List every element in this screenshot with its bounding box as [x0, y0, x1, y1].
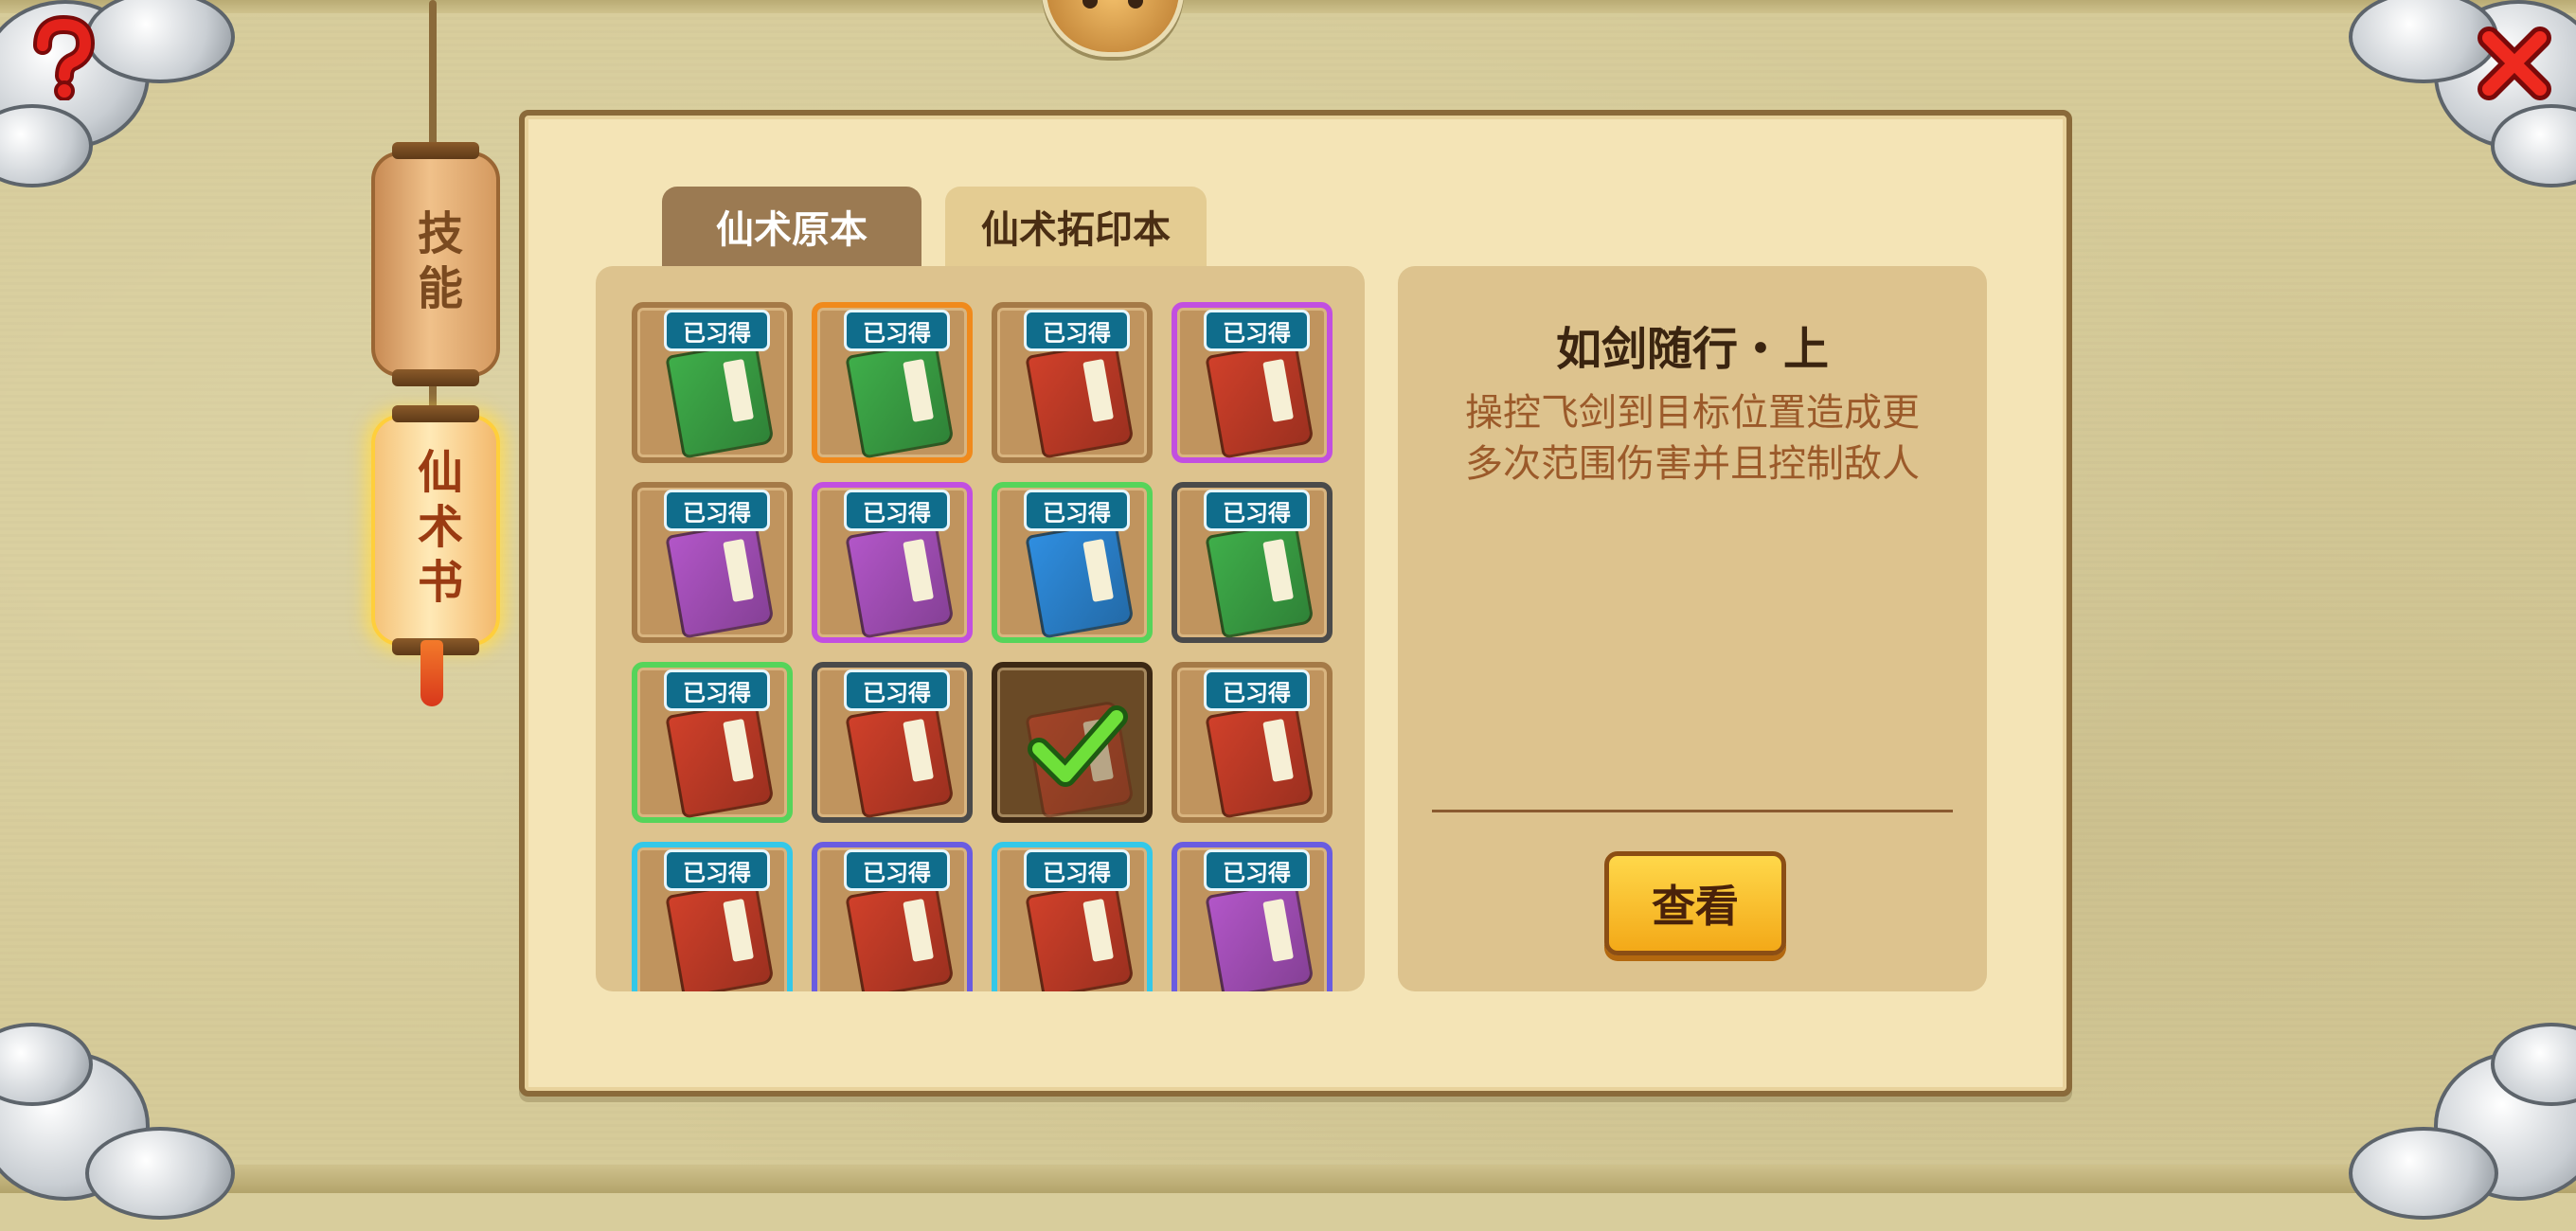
learned-badge: 已习得: [664, 849, 770, 891]
spell-book-icon: [665, 880, 775, 991]
book-slot[interactable]: 已习得: [992, 842, 1153, 991]
checkmark-icon: [1028, 705, 1128, 787]
spell-book-icon: [845, 880, 955, 991]
learned-badge: 已习得: [1024, 490, 1130, 531]
skill-description-line: 多次范围伤害并且控制敌人: [1465, 442, 1920, 486]
divider: [1432, 810, 1953, 812]
tab-original-books[interactable]: 仙术原本: [662, 187, 921, 266]
spell-book-icon: [1025, 340, 1135, 459]
book-slot[interactable]: 已习得: [812, 482, 973, 643]
learned-badge: 已习得: [844, 490, 950, 531]
book-slot[interactable]: 已习得: [812, 842, 973, 991]
book-slot[interactable]: 已习得: [632, 662, 793, 823]
close-button[interactable]: [2472, 21, 2557, 106]
learned-badge: 已习得: [844, 310, 950, 351]
book-detail-panel: 如剑随行・上 操控飞剑到目标位置造成更 多次范围伤害并且控制敌人 查看: [1398, 266, 1987, 991]
learned-badge: 已习得: [1204, 669, 1310, 711]
learned-badge: 已习得: [1204, 490, 1310, 531]
book-slot[interactable]: 已习得: [992, 302, 1153, 463]
learned-badge: 已习得: [1204, 849, 1310, 891]
spell-book-icon: [845, 700, 955, 819]
learned-badge: 已习得: [1204, 310, 1310, 351]
learned-badge: 已习得: [844, 849, 950, 891]
side-tab-spell-books[interactable]: 仙术书: [371, 405, 500, 655]
book-grid-panel: 已习得 已习得 已习得 已习得 已习得 已习得 已习得 已习得 已习得 已习得 已习得 已习得 已习得已…: [596, 266, 1365, 991]
spell-book-icon: [1025, 880, 1135, 991]
learned-badge: 已习得: [1024, 849, 1130, 891]
book-slot[interactable]: 已习得: [1172, 302, 1333, 463]
tab-rubbing-books[interactable]: 仙术拓印本: [945, 187, 1207, 266]
spell-book-icon: [1205, 520, 1315, 639]
spell-book-icon: [1205, 700, 1315, 819]
book-slot[interactable]: 已习得: [632, 842, 793, 991]
book-slot[interactable]: 已习得: [1172, 842, 1333, 991]
book-slot[interactable]: 已习得: [992, 482, 1153, 643]
side-tab-skills-label: 技能: [409, 209, 462, 319]
book-slot[interactable]: 已习得: [812, 662, 973, 823]
book-slot[interactable]: 已习得: [1172, 482, 1333, 643]
book-grid[interactable]: 已习得 已习得 已习得 已习得 已习得 已习得 已习得 已习得 已习得 已习得 已习得 已习得 已习得已…: [632, 302, 1333, 991]
learned-badge: 已习得: [664, 669, 770, 711]
spell-book-icon: [665, 520, 775, 639]
learned-badge: 已习得: [1024, 310, 1130, 351]
skill-description: 操控飞剑到目标位置造成更 多次范围伤害并且控制敌人: [1441, 387, 1943, 490]
spell-book-icon: [1205, 340, 1315, 459]
spell-book-icon: [665, 340, 775, 459]
book-slot[interactable]: [992, 662, 1153, 823]
learned-badge: 已习得: [664, 490, 770, 531]
skill-title: 如剑随行・上: [1555, 323, 1829, 376]
lantern-tassel: [420, 640, 443, 706]
tab-rubbing-books-label: 仙术拓印本: [981, 208, 1171, 252]
view-button[interactable]: 查看: [1604, 851, 1786, 955]
help-button[interactable]: [19, 15, 104, 100]
spell-book-icon: [1025, 520, 1135, 639]
spell-book-icon: [1205, 880, 1315, 991]
book-slot[interactable]: 已习得: [632, 482, 793, 643]
question-mark-icon: [33, 15, 96, 100]
spell-book-icon: [845, 520, 955, 639]
cloud-ornament-bottom-right: [2349, 1013, 2576, 1231]
side-tab-spell-books-label: 仙术书: [409, 448, 462, 613]
top-border: [0, 0, 2576, 13]
side-tab-skills[interactable]: 技能: [371, 142, 500, 386]
close-icon: [2478, 27, 2551, 100]
learned-badge: 已习得: [664, 310, 770, 351]
spell-book-panel: 仙术原本 仙术拓印本 已习得 已习得 已习得 已习得 已习得 已习得 已习得 已习得 已习得 已习…: [519, 110, 2072, 1097]
spell-book-icon: [665, 700, 775, 819]
book-slot[interactable]: 已习得: [632, 302, 793, 463]
lantern-rope: [429, 0, 437, 156]
spell-book-icon: [845, 340, 955, 459]
skill-description-line: 操控飞剑到目标位置造成更: [1465, 391, 1920, 435]
book-slot[interactable]: 已习得: [1172, 662, 1333, 823]
learned-badge: 已习得: [844, 669, 950, 711]
bottom-border: [0, 1165, 2576, 1193]
cloud-ornament-bottom-left: [0, 1013, 235, 1231]
tab-original-books-label: 仙术原本: [716, 208, 868, 252]
book-slot[interactable]: 已习得: [812, 302, 973, 463]
